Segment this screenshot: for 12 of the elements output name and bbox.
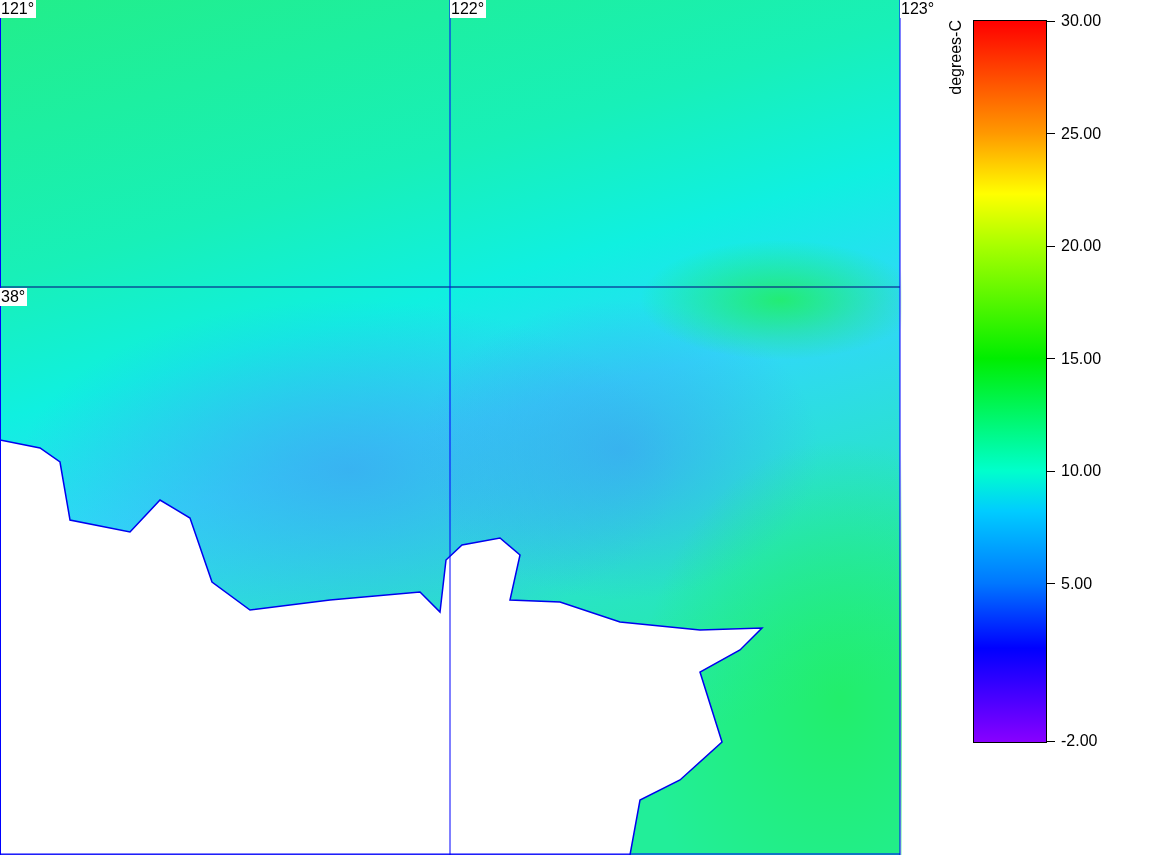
scale-tick-label: 25.00 (1061, 124, 1102, 143)
scale-tick-label: 20.00 (1061, 237, 1102, 255)
longitude-label: 123° (900, 0, 937, 18)
latitude-label: 38° (0, 288, 28, 306)
legend-title: degrees-C (947, 20, 965, 95)
longitude-label: 122° (450, 0, 487, 18)
scale-tick-label: -2.00 (1061, 732, 1098, 750)
scale-tick-label: 10.00 (1061, 462, 1102, 480)
longitude-label: 121° (0, 0, 37, 18)
scale-tick-label: 5.00 (1061, 574, 1093, 593)
scale-tick-label: 15.00 (1061, 349, 1102, 368)
scale-tick-label: 30.00 (1061, 12, 1102, 30)
